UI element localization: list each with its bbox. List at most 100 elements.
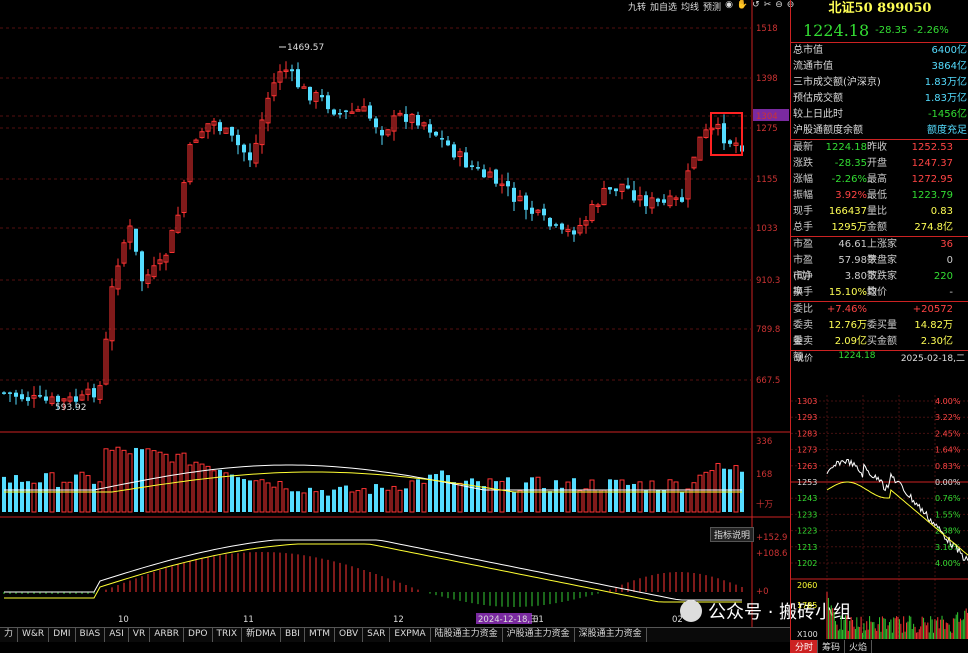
candle-down — [320, 95, 324, 98]
volume-bar — [434, 474, 438, 512]
volume-bar — [121, 449, 127, 513]
volume-bar — [554, 480, 558, 512]
toolbar-item-ma[interactable]: 均线 — [681, 0, 699, 14]
price-change: -28.35 — [875, 24, 908, 36]
quote-label — [867, 302, 901, 318]
scissors-icon[interactable]: ✂ — [764, 0, 772, 14]
candle-down — [140, 251, 144, 282]
intraday-chart[interactable]: 1303 4.00% 1293 3.22% 1283 2.45% 1273 1.64% 1263… — [791, 395, 968, 639]
volume-bar — [26, 481, 30, 512]
quote-value: 274.8亿 — [914, 222, 953, 233]
indicator-tab[interactable]: 陆股通主力资金 — [431, 628, 503, 642]
volume-bar — [457, 482, 463, 513]
zoom-out-icon[interactable]: ⊖ — [775, 0, 783, 14]
volume-bar — [626, 484, 630, 512]
intraday-price-label: 1303 — [797, 397, 817, 406]
indicator-tab[interactable]: ASI — [105, 628, 129, 642]
volume-bar — [313, 491, 319, 513]
volume-bar — [649, 480, 655, 513]
tab-chips[interactable]: 筹码 — [818, 640, 846, 653]
volume-bar — [134, 447, 138, 512]
volume-bar — [601, 489, 607, 513]
indicator-tab[interactable]: ARBR — [150, 628, 185, 642]
volume-bar — [446, 475, 450, 512]
quote-row: 涨幅 -2.26% 最高 1272.95 — [791, 172, 968, 188]
indicator-tab[interactable]: OBV — [335, 628, 364, 642]
volume-bar — [20, 481, 24, 512]
volume-bar — [169, 461, 175, 513]
candle-down — [14, 392, 18, 397]
chart-toolbar: 九转 加自选 均线 预测 ◉ ✋ ↺ ✂ ⊖ ⊕ — [628, 0, 794, 14]
candle-down — [428, 124, 432, 133]
indicator-tab[interactable]: BBI — [281, 628, 305, 642]
intraday-pct-label: 1.55% — [935, 510, 961, 519]
volume-bar — [2, 476, 6, 512]
volume-bar — [308, 487, 312, 512]
candle-down — [506, 181, 510, 187]
eye-icon[interactable]: ◉ — [725, 0, 733, 14]
indicator-tab[interactable]: 力 — [0, 628, 19, 642]
intraday-price-label: 1283 — [797, 429, 817, 438]
indicator-help-button[interactable]: 指标说明 — [710, 527, 755, 542]
toolbar-item-nine-turn[interactable]: 九转 — [628, 0, 646, 14]
toolbar-item-forecast[interactable]: 预测 — [703, 0, 721, 14]
candle-down — [476, 167, 480, 169]
candle-down — [524, 195, 528, 210]
price-tick-label: 1033 — [756, 224, 778, 234]
quote-label: 最高 — [867, 174, 887, 185]
stat-row: 预估成交额 1.83万亿 — [791, 91, 968, 107]
quote-value: 1247.37 — [911, 158, 953, 169]
volume-bar — [92, 483, 96, 512]
volume-bar — [253, 480, 259, 513]
stat-row: 总市值 6400亿 — [791, 43, 968, 59]
quote-value: 1252.53 — [911, 142, 953, 153]
quote-row: 委卖额 2.09亿 买金额 2.30亿 — [791, 334, 968, 363]
candle-down — [374, 118, 378, 128]
volume-bar — [211, 470, 217, 513]
candle-down — [614, 188, 618, 192]
volume-bar — [8, 482, 12, 512]
intraday-pct-label: 0.76% — [935, 494, 961, 503]
date-label: 10 — [118, 615, 129, 625]
quote-stats: 最新 1224.18 昨收 1252.53 涨跌 -28.35 开盘 1247.37 涨幅 -2.… — [791, 139, 968, 236]
volume-bar — [296, 491, 300, 512]
indicator-tab[interactable]: MTM — [305, 628, 335, 642]
candle-down — [626, 185, 630, 189]
intraday-price-label: 1273 — [797, 446, 817, 455]
price-change-pct: -2.26% — [913, 24, 949, 36]
indicator-tab[interactable]: 深股通主力资金 — [575, 628, 647, 642]
indicator-tab[interactable]: DPO — [184, 628, 213, 642]
quote-label: 最新 — [793, 142, 813, 153]
volume-bar — [728, 469, 732, 512]
refresh-icon[interactable]: ↺ — [752, 0, 760, 14]
volume-bar — [565, 481, 571, 513]
volume-bar — [283, 488, 289, 513]
indicator-tab[interactable]: VR — [129, 628, 151, 642]
price-tick-label: 1155 — [756, 175, 778, 185]
toolbar-item-add-watch[interactable]: 加自选 — [650, 0, 677, 14]
volume-bar — [157, 451, 163, 513]
quote-label: 委比 — [793, 304, 813, 315]
intraday-volume-label: X100 — [797, 630, 818, 639]
indicator-tab[interactable]: 新DMA — [242, 628, 281, 642]
volume-bar — [572, 478, 576, 512]
indicator-tab[interactable]: DMI — [49, 628, 76, 642]
indicator-tab[interactable]: EXPMA — [390, 628, 431, 642]
tab-flame[interactable]: 火焰 — [845, 640, 873, 653]
tab-timeshare[interactable]: 分时 — [791, 640, 819, 653]
indicator-tab[interactable]: TRIX — [213, 628, 243, 642]
candle-down — [440, 138, 444, 140]
candle-down — [296, 69, 300, 88]
stat-value: 1.83万亿 — [924, 77, 967, 88]
candle-down — [722, 123, 726, 144]
indicator-tab[interactable]: BIAS — [76, 628, 106, 642]
indicator-tab[interactable]: W&R — [18, 628, 50, 642]
candle-down — [662, 199, 666, 203]
indicator-tab[interactable]: 沪股通主力资金 — [503, 628, 575, 642]
candle-down — [464, 152, 468, 168]
quote-value: 1224.18 — [825, 142, 867, 153]
quote-label: 涨跌 — [793, 158, 813, 169]
candlestick-chart[interactable]: 1518 1398 1304 1275 1155 1033 910.3 789.8 667.5 3… — [0, 0, 790, 627]
indicator-tab[interactable]: SAR — [363, 628, 391, 642]
hand-icon[interactable]: ✋ — [737, 0, 748, 14]
